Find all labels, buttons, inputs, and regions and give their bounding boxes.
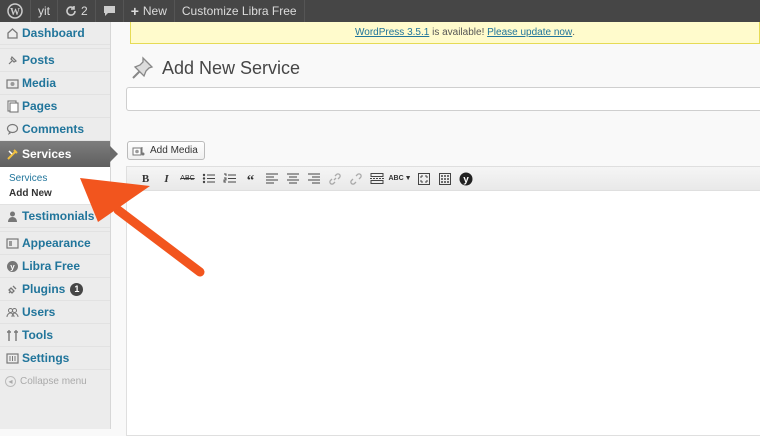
pin-icon [5,53,19,67]
bold-icon: B [141,172,150,185]
service-title-input[interactable] [126,87,760,111]
svg-text:y: y [10,262,15,271]
wordpress-version-link[interactable]: WordPress 3.5.1 [355,27,429,38]
tools-icon [5,328,19,342]
unlink-icon [349,172,362,185]
sidebar-item-comments[interactable]: Comments [0,118,110,141]
submenu-item-add-new[interactable]: Add New [0,186,110,201]
align-right-icon [307,173,320,184]
camera-music-icon [132,146,145,155]
insert-more-button[interactable] [368,170,385,187]
update-now-link[interactable]: Please update now [487,27,572,38]
services-icon [5,147,19,161]
sidebar-item-pages[interactable]: Pages [0,95,110,118]
settings-icon [5,351,19,365]
admin-bar: W yit 2 + New Customize Libra Free [0,0,760,22]
page-header: Add New Service [128,54,300,82]
users-icon [5,305,19,319]
italic-icon: I [164,172,169,185]
numbered-list-button[interactable] [221,170,238,187]
collapse-menu-button[interactable]: ◂ Collapse menu [0,370,110,392]
sidebar-item-dashboard[interactable]: Dashboard [0,22,110,45]
blockquote-icon: “ [246,173,255,189]
spellcheck-button[interactable]: ABC ▼ [388,170,412,187]
read-more-icon [369,173,384,184]
strikethrough-icon: ABC [180,175,195,182]
dashboard-icon [5,26,19,40]
customize-link[interactable]: Customize Libra Free [175,0,304,22]
unlink-button[interactable] [347,170,364,187]
bullet-list-icon [202,173,215,184]
kitchen-sink-icon [438,172,451,185]
sidebar-item-services[interactable]: Services [0,141,118,167]
site-name-link[interactable]: yit [31,0,57,22]
fullscreen-icon [417,172,430,185]
bold-button[interactable]: B [137,170,154,187]
media-icon [5,76,19,90]
align-center-button[interactable] [284,170,301,187]
sidebar-item-users[interactable]: Users [0,301,110,324]
page-title: Add New Service [162,57,301,78]
theme-icon: y [5,259,19,273]
sidebar-item-settings[interactable]: Settings [0,347,110,370]
comments-button[interactable] [96,0,123,22]
fullscreen-button[interactable] [415,170,432,187]
strikethrough-button[interactable]: ABC [179,170,196,187]
speech-bubble-icon [103,6,115,16]
sidebar-item-plugins[interactable]: Plugins 1 [0,278,110,301]
sidebar-item-appearance[interactable]: Appearance [0,232,110,255]
notice-period: . [572,27,575,38]
align-right-button[interactable] [305,170,322,187]
plugins-update-badge: 1 [70,282,84,296]
collapse-arrow-icon: ◂ [5,375,16,387]
content-editor[interactable]: B I ABC “ ABC ▼ y [126,166,760,436]
blockquote-button[interactable]: “ [242,170,259,189]
updates-button[interactable]: 2 [58,0,95,22]
link-icon [328,172,341,185]
svg-text:y: y [463,174,469,185]
services-submenu: Services Add New [0,167,110,205]
updates-count: 2 [81,4,88,18]
italic-button[interactable]: I [158,170,175,187]
sidebar-item-libra-free[interactable]: y Libra Free [0,255,110,278]
theme-shortcode-icon: y [459,172,472,185]
submenu-item-services[interactable]: Services [0,171,110,186]
sidebar-item-posts[interactable]: Posts [0,49,110,72]
wordpress-logo-button[interactable]: W [0,0,30,22]
plug-icon [5,282,19,296]
align-left-icon [265,173,278,184]
align-left-button[interactable] [263,170,280,187]
chevron-down-icon: ▼ [404,175,412,182]
svg-text:W: W [10,7,20,18]
pushpin-icon [132,56,154,79]
spellcheck-icon: ABC [388,175,404,182]
align-center-icon [286,173,299,184]
insert-link-button[interactable] [326,170,343,187]
new-label: New [142,4,167,18]
add-media-button[interactable]: Add Media [127,141,205,160]
sidebar-item-testimonials[interactable]: Testimonials [0,205,110,228]
person-icon [5,209,19,223]
plus-icon: + [130,3,139,19]
kitchen-sink-button[interactable] [436,170,453,187]
main-content: WordPress 3.5.1 is available! Please upd… [112,22,760,436]
custom-shortcode-button[interactable]: y [457,170,474,187]
sidebar-item-tools[interactable]: Tools [0,324,110,347]
appearance-icon [5,236,19,250]
bullet-list-button[interactable] [200,170,217,187]
refresh-icon [66,6,76,16]
wordpress-logo-icon: W [7,3,23,19]
admin-sidebar: Dashboard Posts Media Pages Comments Ser… [0,22,118,429]
sidebar-item-media[interactable]: Media [0,72,110,95]
pages-icon [5,99,19,113]
editor-toolbar: B I ABC “ ABC ▼ y [127,167,760,191]
numbered-list-icon [223,173,236,183]
new-content-button[interactable]: + New [124,0,174,22]
comment-icon [5,122,19,136]
update-notice: WordPress 3.5.1 is available! Please upd… [130,22,760,44]
add-media-label: Add Media [150,145,198,156]
notice-text: is available! [429,27,488,38]
